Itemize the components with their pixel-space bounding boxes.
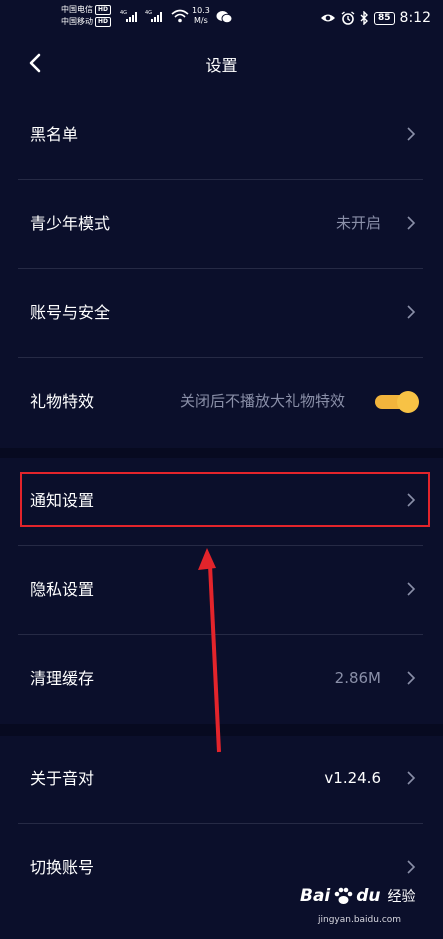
watermark-suffix: 经验 bbox=[387, 889, 416, 905]
carrier-info: 中国电信 HD 中国移动 HD bbox=[61, 4, 112, 28]
eye-icon bbox=[321, 14, 336, 22]
chevron-right-icon bbox=[407, 216, 416, 230]
watermark-brand-left: Bai bbox=[300, 886, 331, 906]
chevron-right-icon bbox=[407, 771, 416, 785]
network-type-text: 4G bbox=[120, 10, 127, 16]
settings-row-account-security[interactable]: 账号与安全 bbox=[18, 268, 423, 358]
watermark-brand: Bai du 经验 bbox=[300, 886, 416, 906]
carrier-2: 中国移动 bbox=[61, 17, 93, 26]
paw-icon bbox=[334, 887, 353, 904]
highlight-box bbox=[20, 472, 430, 527]
row-value: 2.86M bbox=[334, 669, 381, 687]
signal-icon: 4G bbox=[145, 10, 162, 22]
hd-badge: HD bbox=[95, 5, 112, 15]
row-value: 未开启 bbox=[335, 214, 381, 232]
hd-badge: HD bbox=[95, 17, 112, 27]
status-right: 85 8:12 bbox=[320, 8, 431, 28]
row-label: 礼物特效 bbox=[30, 392, 95, 411]
row-label: 隐私设置 bbox=[30, 580, 95, 599]
settings-row-clear-cache[interactable]: 清理缓存 2.86M bbox=[18, 634, 423, 723]
settings-row-blacklist[interactable]: 黑名单 bbox=[18, 90, 423, 180]
watermark-url: jingyan.baidu.com bbox=[318, 915, 402, 925]
page-title: 设置 bbox=[205, 56, 238, 75]
status-bar: 中国电信 HD 中国移动 HD 4G 4G 10.3 M/s 85 8:12 bbox=[0, 0, 443, 40]
alarm-icon bbox=[341, 11, 355, 25]
row-value: 关闭后不播放大礼物特效 bbox=[179, 392, 345, 410]
carrier-1: 中国电信 bbox=[61, 5, 93, 14]
chevron-right-icon bbox=[407, 860, 416, 874]
row-label: 切换账号 bbox=[30, 858, 95, 877]
chevron-right-icon bbox=[407, 305, 416, 319]
wechat-icon bbox=[216, 11, 233, 24]
settings-row-gift-effects: 礼物特效 关闭后不播放大礼物特效 bbox=[18, 357, 423, 446]
row-label: 清理缓存 bbox=[30, 669, 95, 688]
watermark-brand-right: du bbox=[356, 886, 381, 906]
wifi-icon bbox=[171, 9, 189, 23]
battery-icon: 85 bbox=[374, 11, 395, 25]
app-header: 设置 bbox=[0, 42, 443, 84]
network-speed: 10.3 M/s bbox=[192, 6, 210, 26]
speed-unit: M/s bbox=[194, 16, 208, 25]
row-label: 黑名单 bbox=[30, 125, 79, 144]
network-type-text: 4G bbox=[145, 10, 152, 16]
bluetooth-icon bbox=[360, 11, 369, 25]
chevron-right-icon bbox=[407, 582, 416, 596]
status-time: 8:12 bbox=[399, 10, 431, 26]
chevron-right-icon bbox=[407, 671, 416, 685]
row-label: 青少年模式 bbox=[30, 214, 111, 233]
row-value: v1.24.6 bbox=[324, 769, 381, 787]
signal-icon: 4G bbox=[120, 10, 137, 22]
baidu-watermark: Bai du 经验 jingyan.baidu.com bbox=[300, 884, 436, 934]
settings-row-privacy[interactable]: 隐私设置 bbox=[18, 545, 423, 635]
speed-value: 10.3 bbox=[192, 6, 210, 15]
row-label: 关于音对 bbox=[30, 769, 95, 788]
gift-effects-toggle[interactable] bbox=[375, 391, 419, 413]
settings-row-about[interactable]: 关于音对 v1.24.6 bbox=[18, 734, 423, 824]
settings-row-teen-mode[interactable]: 青少年模式 未开启 bbox=[18, 179, 423, 269]
chevron-right-icon bbox=[407, 127, 416, 141]
toggle-knob bbox=[397, 391, 419, 413]
row-label: 账号与安全 bbox=[30, 303, 111, 322]
